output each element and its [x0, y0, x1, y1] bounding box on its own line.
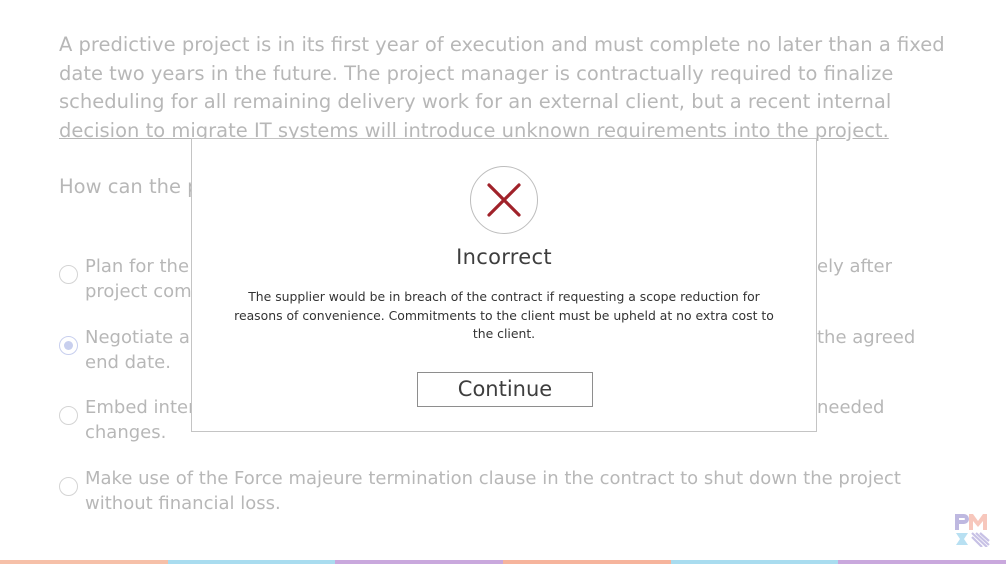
x-mark-icon	[487, 183, 521, 217]
answer-line: without financial loss.	[85, 493, 281, 514]
feedback-dialog: Incorrect The supplier would be in breac…	[191, 138, 817, 432]
answer-option-3-tail: needed	[817, 397, 885, 418]
feedback-line: reasons of convenience. Commitments to t…	[234, 307, 774, 323]
bar-segment	[335, 560, 504, 564]
radio-button[interactable]	[59, 265, 78, 284]
radio-button[interactable]	[59, 406, 78, 425]
stem-line: A predictive project is in its first yea…	[59, 33, 945, 56]
bar-segment	[670, 560, 839, 564]
answer-option-1-tail: ely after	[817, 256, 893, 277]
answer-line: end date.	[85, 352, 171, 373]
answer-line: Plan for the	[85, 256, 190, 277]
bar-segment	[167, 560, 336, 564]
bar-segment	[503, 560, 671, 564]
answer-line: Negotiate a	[85, 327, 190, 348]
continue-button[interactable]: Continue	[417, 372, 593, 407]
feedback-text: The supplier would be in breach of the c…	[230, 288, 778, 344]
radio-button[interactable]	[59, 477, 78, 496]
answer-line: project comp	[85, 281, 204, 302]
answer-option-text[interactable]: Make use of the Force majeure terminatio…	[85, 466, 901, 516]
feedback-line: the client.	[472, 326, 536, 341]
answer-option-2-tail: the agreed	[817, 327, 916, 348]
pmi-logo-icon	[954, 513, 991, 548]
bottom-color-bar	[0, 560, 1006, 564]
answer-line: changes.	[85, 422, 167, 443]
incorrect-icon-badge	[470, 166, 538, 234]
dialog-title: Incorrect	[456, 245, 552, 269]
question-stem: A predictive project is in its first yea…	[59, 31, 949, 146]
answer-option-4[interactable]: Make use of the Force majeure terminatio…	[59, 466, 939, 516]
radio-button-selected[interactable]	[59, 336, 78, 355]
answer-option-text[interactable]: Plan for the project comp	[85, 254, 203, 304]
bar-segment	[838, 560, 1006, 564]
bar-segment	[0, 560, 168, 564]
answer-line: Embed inter	[85, 397, 196, 418]
stem-line: scheduling for all remaining delivery wo…	[59, 90, 892, 114]
answer-option-text[interactable]: Negotiate a end date.	[85, 325, 190, 375]
answer-option-text[interactable]: Embed inter changes.	[85, 395, 196, 445]
answer-line: Make use of the Force majeure terminatio…	[85, 468, 901, 489]
stem-line: date two years in the future. The projec…	[59, 61, 894, 85]
feedback-line: The supplier would be in breach of the c…	[248, 289, 760, 304]
